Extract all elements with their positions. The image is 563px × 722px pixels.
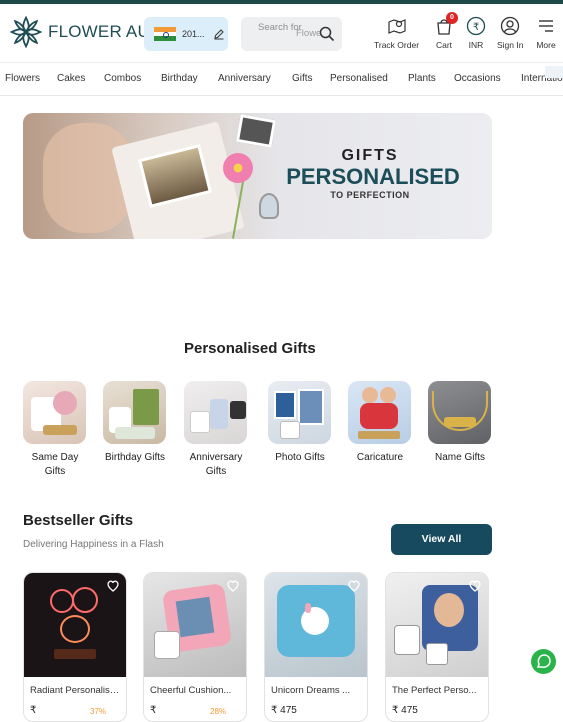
category-name: Name Gifts — [434, 452, 485, 463]
cart-label: Cart — [435, 40, 453, 50]
category-name: Caricature — [356, 452, 404, 463]
search-placeholder-suffix: Flowe — [296, 28, 322, 39]
track-order-label: Track Order — [374, 40, 420, 50]
category-name: Same Day Gifts — [31, 452, 79, 477]
anniversary-gifts-image — [184, 381, 247, 444]
product-image — [386, 573, 488, 677]
banner-heading-line2: PERSONALISED — [286, 164, 460, 189]
user-icon — [501, 16, 520, 36]
product-name: The Perfect Perso... — [392, 685, 477, 696]
bestseller-subtitle: Delivering Happiness in a Flash — [23, 539, 164, 550]
cart-count-badge: 0 — [446, 12, 458, 24]
wishlist-heart-icon[interactable] — [106, 579, 120, 593]
svg-text:₹: ₹ — [473, 22, 479, 33]
nav-item-combos[interactable]: Combos — [104, 73, 141, 84]
nav-item-occasions[interactable]: Occasions — [454, 73, 501, 84]
map-pin-icon — [387, 19, 406, 34]
search-input[interactable]: Search for Flowe — [241, 17, 342, 51]
category-nav: Flowers Cakes Combos Birthday Anniversar… — [0, 62, 563, 96]
product-card[interactable]: Radiant Personalised... ₹ 37% — [23, 572, 127, 722]
same-day-gifts-image — [23, 381, 86, 444]
nav-item-birthday[interactable]: Birthday — [161, 73, 198, 84]
product-name: Unicorn Dreams ... — [271, 685, 351, 696]
whatsapp-icon[interactable] — [531, 649, 556, 674]
nav-item-personalised[interactable]: Personalised — [330, 73, 388, 84]
product-name: Radiant Personalised... — [30, 685, 122, 696]
logo-flower-icon — [9, 15, 43, 49]
wishlist-heart-icon[interactable] — [226, 579, 240, 593]
nav-item-plants[interactable]: Plants — [408, 73, 436, 84]
product-price: ₹ 475 — [271, 705, 297, 716]
currency-button[interactable]: ₹ INR — [466, 16, 486, 50]
menu-icon — [539, 20, 553, 32]
birthday-gifts-image — [103, 381, 166, 444]
track-order-button[interactable]: Track Order — [374, 16, 419, 50]
pencil-icon[interactable] — [213, 28, 225, 40]
banner-heading-line3: TO PERFECTION — [330, 190, 410, 200]
nav-item-flowers[interactable]: Flowers — [5, 73, 40, 84]
wishlist-heart-icon[interactable] — [347, 579, 361, 593]
site-header: FLOWER AURA 201... Search for Flowe Trac… — [0, 4, 563, 62]
product-image — [144, 573, 246, 677]
nav-item-anniversary[interactable]: Anniversary — [218, 73, 271, 84]
promo-banner[interactable]: GIFTS PERSONALISED TO PERFECTION — [23, 113, 492, 239]
country-selector[interactable]: 201... — [144, 17, 228, 51]
category-name: Photo Gifts — [275, 452, 325, 463]
category-name: Anniversary Gifts — [189, 452, 243, 477]
product-price: ₹ 475 — [392, 705, 418, 716]
product-price: ₹ — [150, 705, 157, 716]
caricature-image — [348, 381, 411, 444]
personalised-gifts-title: Personalised Gifts — [184, 340, 316, 357]
category-same-day-gifts[interactable]: Same Day Gifts — [23, 381, 87, 479]
search-icon[interactable] — [319, 26, 335, 42]
product-discount: 37% — [90, 707, 107, 716]
banner-polaroid-image — [235, 114, 277, 148]
sign-in-button[interactable]: Sign In — [497, 16, 523, 50]
product-card[interactable]: Unicorn Dreams ... ₹ 475 — [264, 572, 368, 722]
currency-label: INR — [468, 40, 484, 50]
nav-item-cakes[interactable]: Cakes — [57, 73, 85, 84]
category-caricature[interactable]: Caricature — [348, 381, 412, 465]
product-name: Cheerful Cushion... — [150, 685, 232, 696]
view-all-button[interactable]: View All — [391, 524, 492, 555]
bestseller-title: Bestseller Gifts — [23, 512, 134, 529]
product-card[interactable]: Cheerful Cushion... ₹ 28% — [143, 572, 247, 722]
cart-button[interactable]: 0 Cart — [434, 12, 458, 50]
category-anniversary-gifts[interactable]: Anniversary Gifts — [184, 381, 248, 479]
banner-heading-line1: GIFTS — [341, 147, 399, 164]
product-discount: 28% — [210, 707, 227, 716]
nav-item-gifts[interactable]: Gifts — [292, 73, 313, 84]
ad-choices-icon[interactable] — [545, 66, 563, 78]
banner-flower-image — [223, 153, 253, 183]
country-code: 201... — [182, 29, 205, 39]
more-label: More — [536, 40, 556, 50]
banner-keychain-image — [259, 193, 279, 219]
product-image — [24, 573, 126, 677]
wishlist-heart-icon[interactable] — [468, 579, 482, 593]
product-image — [265, 573, 367, 677]
category-name-gifts[interactable]: Name Gifts — [428, 381, 492, 465]
photo-gifts-image — [268, 381, 331, 444]
sign-in-label: Sign In — [497, 40, 524, 50]
category-photo-gifts[interactable]: Photo Gifts — [268, 381, 332, 465]
india-flag-icon — [154, 27, 176, 42]
product-price: ₹ — [30, 705, 37, 716]
more-button[interactable]: More — [536, 16, 556, 50]
category-birthday-gifts[interactable]: Birthday Gifts — [103, 381, 167, 465]
category-name: Birthday Gifts — [104, 452, 166, 463]
name-gifts-image — [428, 381, 491, 444]
rupee-icon: ₹ — [466, 16, 486, 36]
product-card[interactable]: The Perfect Perso... ₹ 475 — [385, 572, 489, 722]
